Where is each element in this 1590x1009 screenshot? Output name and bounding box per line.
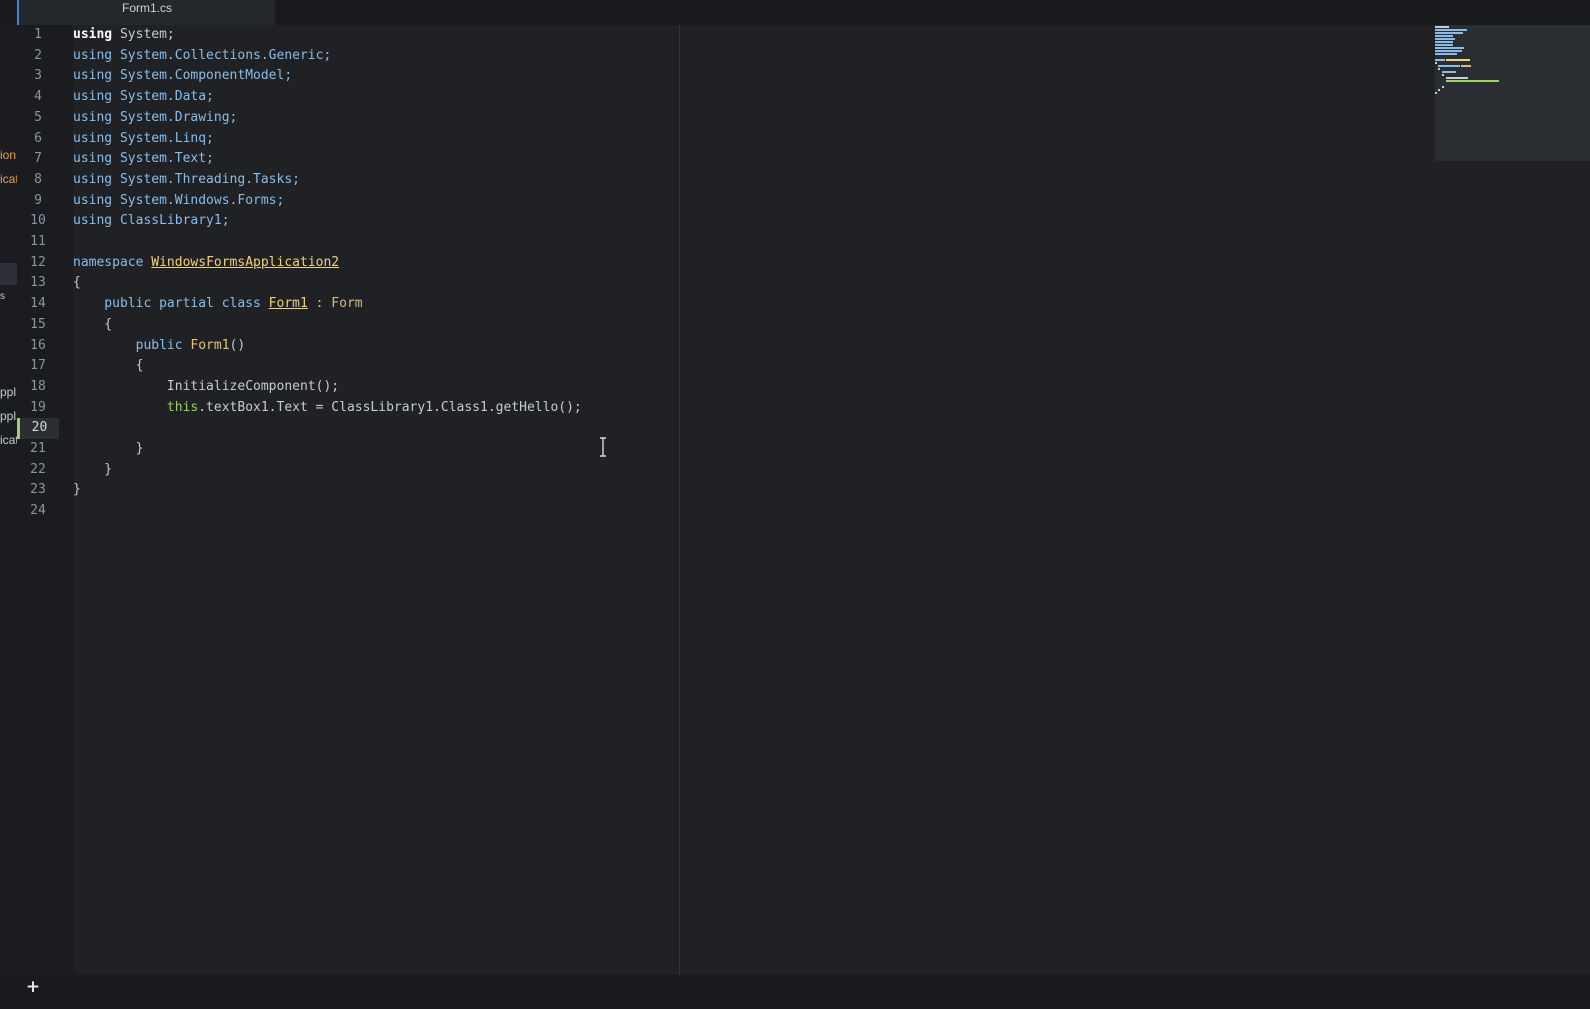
code-line[interactable]: } xyxy=(73,460,112,481)
code-line[interactable]: using System.Collections.Generic; xyxy=(73,46,331,67)
minimap-line xyxy=(1435,44,1453,46)
minimap-line xyxy=(1442,71,1456,73)
code-line[interactable]: using System.Threading.Tasks; xyxy=(73,170,300,191)
line-number: 21 xyxy=(30,441,46,456)
line-number: 14 xyxy=(30,296,46,312)
line-number: 17 xyxy=(30,358,46,374)
minimap-line xyxy=(1435,26,1449,28)
code-line[interactable]: using System.Windows.Forms; xyxy=(73,191,284,212)
code-line[interactable]: using System.Data; xyxy=(73,87,214,108)
tree-item-fragment[interactable]: s xyxy=(0,291,17,302)
line-number: 1 xyxy=(34,27,42,42)
tab-bar: Form1.cs xyxy=(0,0,1590,25)
text-cursor-icon xyxy=(600,437,606,457)
code-line[interactable]: { xyxy=(73,273,81,294)
tree-item-fragment[interactable]: ppl xyxy=(0,385,17,399)
line-number: 16 xyxy=(30,337,46,353)
minimap-line xyxy=(1446,59,1470,61)
code-line[interactable]: InitializeComponent(); xyxy=(73,377,339,398)
line-number: 5 xyxy=(34,109,42,125)
minimap-line xyxy=(1435,92,1437,94)
minimap-line xyxy=(1442,86,1444,88)
tab-form1-cs[interactable]: Form1.cs xyxy=(17,0,275,25)
minimap-line xyxy=(1435,59,1445,61)
tab-label: Form1.cs xyxy=(121,1,172,15)
editor-window: Form1.cs ion icat s ppl ppl icat 1 2 3 4… xyxy=(0,0,1590,1009)
minimap-line xyxy=(1461,65,1471,67)
line-number: 22 xyxy=(30,461,46,477)
line-number: 9 xyxy=(34,192,42,208)
code-line[interactable]: { xyxy=(73,356,144,377)
line-number: 13 xyxy=(30,275,46,291)
code-line[interactable]: using System.Drawing; xyxy=(73,108,237,129)
minimap[interactable] xyxy=(1435,25,1590,161)
line-number: 2 xyxy=(34,47,42,63)
code-line[interactable]: this.textBox1.Text = ClassLibrary1.Class… xyxy=(73,398,582,419)
minimap-line xyxy=(1435,53,1457,55)
tree-item-fragment[interactable]: ion xyxy=(0,148,17,162)
minimap-line xyxy=(1435,41,1453,43)
line-number: 24 xyxy=(30,503,46,519)
code-line[interactable]: using System.Text; xyxy=(73,149,214,170)
code-line[interactable]: namespace WindowsFormsApplication2 xyxy=(73,253,339,274)
tree-item-fragment[interactable]: icat xyxy=(0,433,17,447)
code-line[interactable]: using System.ComponentModel; xyxy=(73,66,292,87)
line-number: 7 xyxy=(34,151,42,167)
code-line[interactable]: public partial class Form1 : Form xyxy=(73,294,362,315)
minimap-line xyxy=(1435,29,1467,31)
code-line[interactable]: public Form1() xyxy=(73,336,246,357)
minimap-line xyxy=(1435,35,1453,37)
tree-item-fragment[interactable]: ppl xyxy=(0,409,17,423)
minimap-line xyxy=(1446,80,1499,82)
minimap-line xyxy=(1435,47,1464,49)
tree-item-fragment[interactable]: icat xyxy=(0,172,17,186)
line-number-active: 20 xyxy=(17,418,59,439)
line-number: 4 xyxy=(34,89,42,105)
tree-selection-highlight xyxy=(0,263,17,285)
minimap-line xyxy=(1442,74,1444,76)
code-line[interactable]: using ClassLibrary1; xyxy=(73,211,230,232)
minimap-line xyxy=(1435,50,1462,52)
minimap-line xyxy=(1446,77,1468,79)
line-number: 23 xyxy=(30,482,46,498)
plus-icon[interactable]: + xyxy=(24,978,42,996)
minimap-line xyxy=(1438,65,1460,67)
line-number: 6 xyxy=(34,130,42,146)
line-number: 19 xyxy=(30,399,46,415)
code-line[interactable]: } xyxy=(73,439,144,460)
line-number: 10 xyxy=(30,213,46,229)
line-number: 8 xyxy=(34,171,42,187)
project-tree-panel: ion icat s ppl ppl icat xyxy=(0,25,17,975)
line-number: 3 xyxy=(34,68,42,84)
line-number: 15 xyxy=(30,316,46,332)
status-bar: + xyxy=(0,975,1590,1009)
code-line[interactable]: using System; xyxy=(73,25,175,46)
minimap-line xyxy=(1438,68,1440,70)
code-editor[interactable]: using System; using System.Collections.G… xyxy=(73,25,1435,975)
minimap-line xyxy=(1435,32,1463,34)
code-line[interactable]: using System.Linq; xyxy=(73,129,214,150)
minimap-line xyxy=(1435,38,1455,40)
minimap-line xyxy=(1438,89,1440,91)
code-line[interactable]: } xyxy=(73,480,81,501)
line-number: 11 xyxy=(30,234,46,249)
code-line[interactable]: { xyxy=(73,315,112,336)
line-number: 18 xyxy=(30,378,46,394)
line-number: 12 xyxy=(30,254,46,270)
line-number-gutter: 1 2 3 4 5 6 7 8 9 10 11 12 13 14 15 16 1… xyxy=(17,25,73,975)
minimap-line xyxy=(1435,62,1437,64)
